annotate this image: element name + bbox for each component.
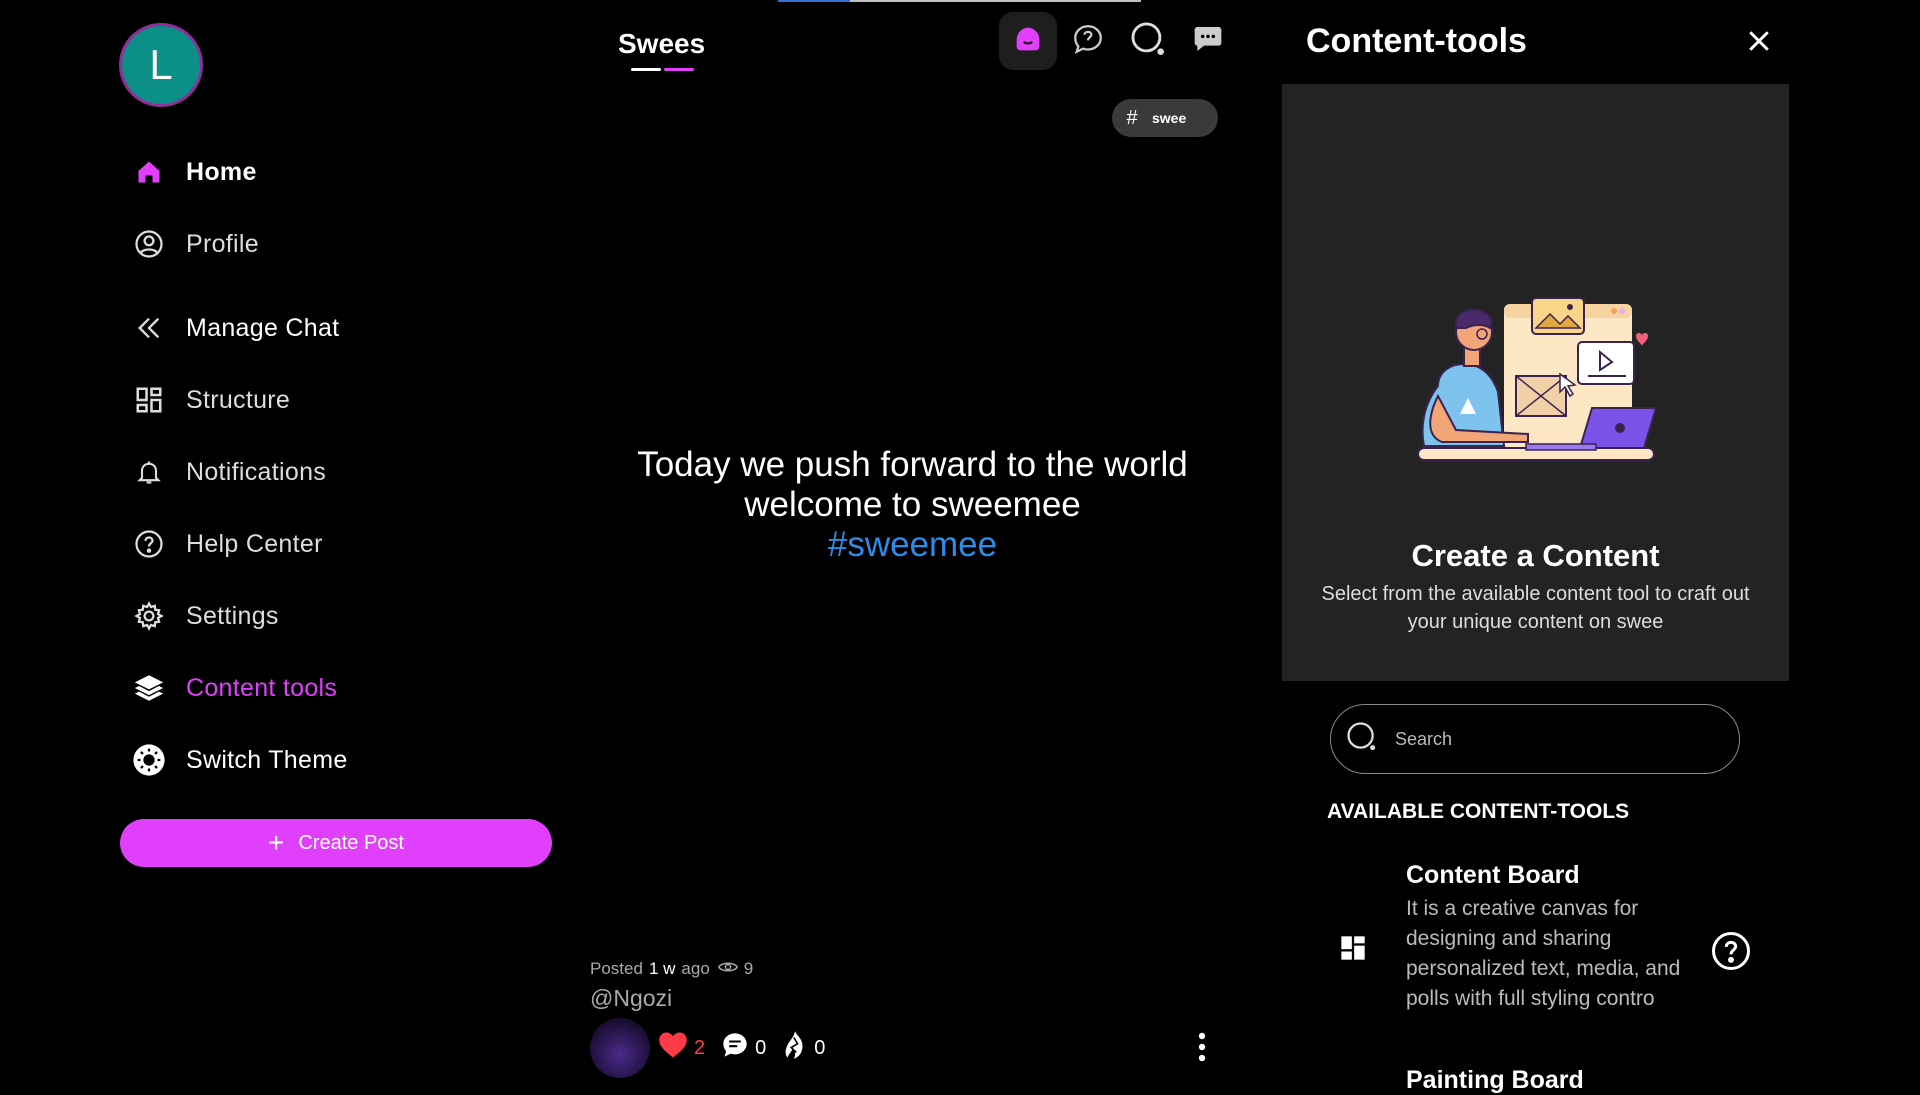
card-description: Select from the available content tool t… <box>1321 583 1750 633</box>
home-feed-icon <box>1011 22 1045 61</box>
double-chevron-left-icon <box>132 311 166 345</box>
messages-button[interactable] <box>1179 12 1237 70</box>
close-panel-button[interactable] <box>1744 26 1774 56</box>
sidebar-item-label: Manage Chat <box>186 313 340 342</box>
search-input[interactable] <box>1393 727 1717 751</box>
post-hashtag-link[interactable]: #sweemee <box>590 525 1235 565</box>
sidebar-item-help-center[interactable]: Help Center <box>132 524 323 564</box>
bell-icon <box>132 455 166 489</box>
content-tools-search[interactable] <box>1330 704 1740 774</box>
comment-button[interactable]: 0 <box>721 1031 766 1065</box>
tool-painting-board[interactable]: Painting Board <box>1406 1066 1584 1095</box>
hashtag-filter-pill[interactable]: # swee <box>1112 99 1218 137</box>
posted-time: 1 w <box>648 959 676 978</box>
chat-bubble-icon <box>1071 22 1105 61</box>
search-icon <box>1129 20 1167 63</box>
post-options-button[interactable] <box>1192 1030 1212 1064</box>
avatar[interactable]: L <box>119 23 203 107</box>
close-icon <box>1744 31 1774 60</box>
sidebar-item-manage-chat[interactable]: Manage Chat <box>132 308 339 348</box>
tool-name: Content Board <box>1406 861 1580 889</box>
search-button[interactable] <box>1119 12 1177 70</box>
sidebar-item-label: Help Center <box>186 529 323 558</box>
hash-icon: # <box>1126 106 1138 129</box>
sidebar-item-label: Notifications <box>186 457 327 486</box>
sidebar-item-home[interactable]: Home <box>132 152 257 192</box>
comment-count: 0 <box>755 1036 767 1059</box>
gear-icon <box>132 599 166 633</box>
card-title: Create a Content <box>1411 538 1660 573</box>
post-line-2: welcome to sweemee <box>744 485 1081 524</box>
sidebar-item-label: Settings <box>186 601 279 630</box>
feed-toolbar <box>999 12 1239 70</box>
post-meta: Posted 1 w ago 9 <box>590 959 753 979</box>
author-avatar[interactable] <box>590 1018 650 1078</box>
chat-bubble-button[interactable] <box>1059 12 1117 70</box>
home-feed-button[interactable] <box>999 12 1057 70</box>
sidebar-item-label: Content tools <box>186 673 338 702</box>
reshare-count: 0 <box>814 1036 826 1059</box>
comment-icon <box>721 1031 749 1065</box>
tool-content-board[interactable]: Content Board It is a creative canvas fo… <box>1327 858 1767 1038</box>
sidebar-item-structure[interactable]: Structure <box>132 380 290 420</box>
eye-icon <box>717 959 738 979</box>
panel-title: Content-tools <box>1306 22 1527 60</box>
tool-help-button[interactable] <box>1711 931 1751 971</box>
post-actions: 2 0 0 <box>590 1018 841 1078</box>
ago-label: ago <box>681 959 710 978</box>
heart-icon <box>658 1031 688 1065</box>
loading-bar <box>778 0 1141 2</box>
user-circle-icon <box>132 227 166 261</box>
tool-description: It is a creative canvas for designing an… <box>1406 897 1681 1010</box>
sidebar-item-label: Home <box>186 157 257 186</box>
sidebar-item-label: Switch Theme <box>186 745 348 774</box>
like-button[interactable]: 2 <box>658 1031 705 1065</box>
post-line-1: Today we push forward to the world <box>637 445 1188 484</box>
view-count: 9 <box>743 959 754 978</box>
sidebar-item-profile[interactable]: Profile <box>132 224 259 264</box>
kebab-menu-icon <box>1192 1032 1212 1068</box>
message-icon <box>1192 23 1224 60</box>
post-body: Today we push forward to the world welco… <box>590 445 1235 565</box>
create-post-button[interactable]: + Create Post <box>120 819 552 867</box>
sidebar-item-notifications[interactable]: Notifications <box>132 452 326 492</box>
hashtag-filter-text: swee <box>1152 110 1187 126</box>
like-count: 2 <box>694 1036 706 1059</box>
grid-icon <box>132 383 166 417</box>
tab-indicator <box>631 68 694 71</box>
sidebar-item-label: Profile <box>186 229 259 258</box>
sidebar-item-label: Structure <box>186 385 291 414</box>
layers-icon <box>132 671 166 705</box>
plus-icon: + <box>268 827 285 858</box>
flame-icon <box>782 1030 808 1066</box>
theme-icon <box>132 743 166 777</box>
home-icon <box>132 155 166 189</box>
posted-label: Posted <box>590 959 643 978</box>
reshare-button[interactable]: 0 <box>782 1030 825 1066</box>
sidebar-item-settings[interactable]: Settings <box>132 596 279 636</box>
available-tools-heading: AVAILABLE CONTENT-TOOLS <box>1327 800 1630 823</box>
search-icon <box>1345 720 1379 759</box>
dashboard-icon <box>1339 934 1367 962</box>
tab-swees[interactable]: Swees <box>618 28 705 60</box>
help-icon <box>132 527 166 561</box>
content-creator-illustration <box>1417 297 1658 461</box>
post-author[interactable]: @Ngozi <box>590 985 672 1012</box>
sidebar-item-switch-theme[interactable]: Switch Theme <box>132 740 348 780</box>
sidebar-item-content-tools[interactable]: Content tools <box>132 668 337 708</box>
help-icon <box>1712 932 1750 970</box>
